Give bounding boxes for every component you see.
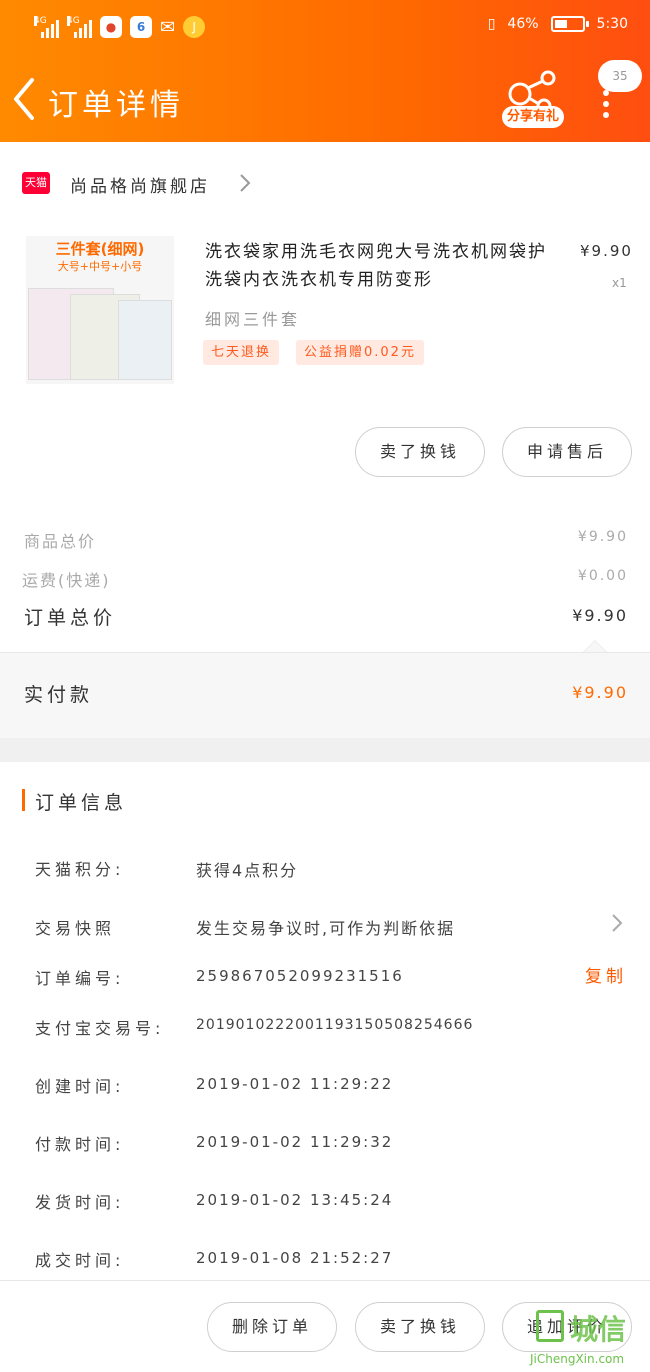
status-bar-left: 4G 4G ● 6 ✉ J [34,14,206,40]
points-value: 获得4点积分 [196,861,299,880]
created-time-value: 2019-01-02 11:29:22 [196,1075,394,1093]
goods-total-label: 商品总价 [24,532,97,551]
thumb-line-2: 大号+中号+小号 [57,260,143,273]
shipping-label: 运费(快递) [22,571,111,590]
back-arrow-icon[interactable] [8,74,42,124]
snapshot-label[interactable]: 交易快照 [35,915,115,939]
network-type-2: 4G [67,16,80,26]
snapshot-value[interactable]: 发生交易争议时,可作为判断依据 [196,915,455,939]
tmall-logo: 天猫 [22,172,50,194]
product-sku: 细网三件套 [205,310,301,329]
page-title: 订单详情 [48,88,184,123]
alipay-id-value: 2019010222001193150508254666 [196,1017,474,1033]
laundry-bag-small [118,300,172,380]
product-quantity: x1 [612,276,627,290]
watermark: 城信 JiChengXin.com [530,1308,650,1372]
thumb-line-1: 三件套(细网) [55,240,145,258]
status-bar-right: ▯ 46% 5:30 [488,16,628,32]
more-menu-icon[interactable] [601,90,611,118]
shipped-time-label: 发货时间: [35,1193,125,1212]
order-number-value: 259867052099231516 [196,967,404,985]
clock: 5:30 [596,16,628,32]
watermark-logo-icon [536,1310,564,1342]
product-title[interactable]: 洗衣袋家用洗毛衣网兜大号洗衣机网袋护洗袋内衣洗衣机专用防变形 [205,238,565,294]
product-price: ¥9.90 [580,242,633,260]
paid-value: ¥9.90 [572,683,628,702]
shipping-value: ¥0.00 [577,568,628,584]
completed-time-value: 2019-01-08 21:52:27 [196,1249,394,1267]
order-total-label: 订单总价 [24,607,117,629]
coin-icon: J [183,16,206,38]
battery-percent: 46% [507,16,539,32]
chevron-right-icon [240,174,251,192]
order-number-label: 订单编号: [35,969,125,988]
snapshot-chevron-icon[interactable] [610,912,624,934]
copy-button[interactable]: 复制 [585,962,627,987]
message-count-badge[interactable]: 35 [598,60,642,92]
points-label: 天猫积分: [35,860,125,879]
alipay-id-label: 支付宝交易号: [35,1019,165,1038]
product-thumbnail[interactable]: 三件套(细网) 大号+中号+小号 [26,236,174,384]
paid-amount-box [0,652,650,738]
goods-total-value: ¥9.90 [577,529,628,545]
battery-icon [550,16,589,32]
return-policy-tag: 七天退换 [203,340,280,365]
wechat-icon: ✉ [160,16,176,38]
signal-icon: 4G [34,16,59,38]
paid-time-value: 2019-01-02 11:29:32 [196,1133,394,1151]
completed-time-label: 成交时间: [35,1251,125,1270]
watermark-url: JiChengXin.com [530,1352,625,1366]
store-name[interactable]: 尚品格尚旗舰店 [70,172,210,197]
section-divider [0,738,650,762]
app-notification-icon: ● [100,16,122,38]
paid-label: 实付款 [24,684,94,706]
sell-button[interactable]: 卖了换钱 [355,427,485,477]
order-total-value: ¥9.90 [572,606,628,625]
delete-order-button[interactable]: 删除订单 [207,1302,337,1352]
section-accent-bar [22,789,25,811]
shipped-time-value: 2019-01-02 13:45:24 [196,1191,394,1209]
vibrate-icon: ▯ [487,16,496,32]
share-reward-button[interactable]: 分享有礼 [502,106,564,128]
created-time-label: 创建时间: [35,1077,125,1096]
network-type-1: 4G [34,16,47,26]
caret-up-icon [583,640,607,652]
store-row[interactable]: 天猫 尚品格尚旗舰店 [0,142,650,226]
app-6-icon: 6 [130,16,152,38]
order-info-title: 订单信息 [35,792,128,814]
sell-button-bottom[interactable]: 卖了换钱 [355,1302,485,1352]
watermark-text: 城信 [570,1313,627,1346]
after-sale-button[interactable]: 申请售后 [502,427,632,477]
header: 4G 4G ● 6 ✉ J ▯ 46% 5:30 订单详情 分享有礼 35 [0,0,650,142]
paid-time-label: 付款时间: [35,1135,125,1154]
signal-icon-2: 4G [67,16,92,38]
charity-tag: 公益捐赠0.02元 [296,340,424,365]
